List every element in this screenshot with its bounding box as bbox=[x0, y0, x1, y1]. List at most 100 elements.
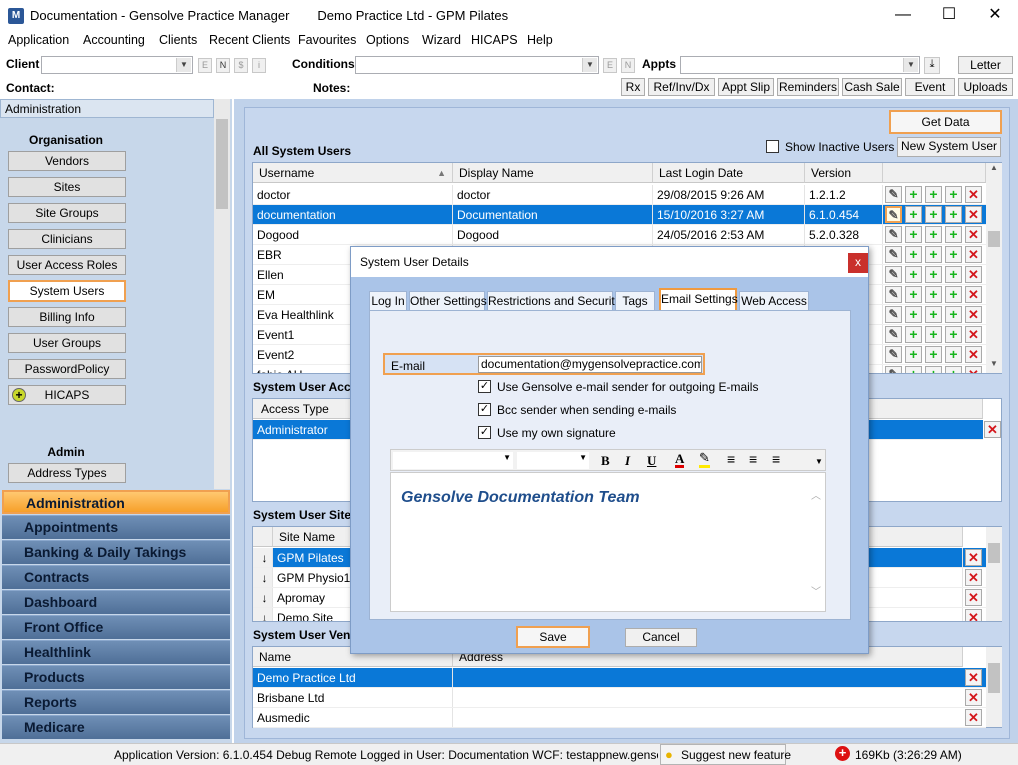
users-scrollbar[interactable]: ▲ ▼ bbox=[986, 163, 1002, 373]
cash-sale-button[interactable]: Cash Sale bbox=[842, 78, 902, 96]
edit-icon[interactable]: ✎ bbox=[885, 266, 902, 283]
table-row[interactable]: documentation Documentation 15/10/2016 3:2… bbox=[253, 205, 986, 225]
edit-icon[interactable]: ✎ bbox=[885, 226, 902, 243]
add-icon[interactable]: + bbox=[945, 206, 962, 223]
col-version[interactable]: Version bbox=[805, 163, 883, 183]
nav-user-access-roles[interactable]: User Access Roles bbox=[8, 255, 126, 275]
site-scrollbar[interactable] bbox=[986, 527, 1002, 621]
nav-billing-info[interactable]: Billing Info bbox=[8, 307, 126, 327]
add-icon[interactable]: + bbox=[905, 306, 922, 323]
add-icon[interactable]: + bbox=[905, 186, 922, 203]
edit-icon[interactable]: ✎ bbox=[885, 186, 902, 203]
add-icon[interactable]: + bbox=[905, 246, 922, 263]
add-icon[interactable]: + bbox=[945, 266, 962, 283]
nav-vendors[interactable]: Vendors bbox=[8, 151, 126, 171]
nav-site-groups[interactable]: Site Groups bbox=[8, 203, 126, 223]
save-button[interactable]: Save bbox=[516, 626, 590, 648]
add-icon[interactable]: + bbox=[905, 366, 922, 373]
delete-icon[interactable]: ✕ bbox=[984, 421, 1001, 438]
letter-button[interactable]: Letter bbox=[958, 56, 1013, 74]
nav-user-groups[interactable]: User Groups bbox=[8, 333, 126, 353]
conditions-n-button[interactable]: N bbox=[621, 58, 635, 73]
delete-icon[interactable]: ✕ bbox=[965, 246, 982, 263]
dialog-close-button[interactable]: x bbox=[848, 253, 868, 273]
delete-icon[interactable]: ✕ bbox=[965, 226, 982, 243]
edit-icon[interactable]: ✎ bbox=[885, 366, 902, 373]
add-icon[interactable]: + bbox=[905, 286, 922, 303]
add-icon[interactable]: + bbox=[925, 286, 942, 303]
delete-icon[interactable]: ✕ bbox=[965, 569, 982, 586]
left-scrollbar[interactable] bbox=[214, 99, 230, 489]
add-icon[interactable]: + bbox=[925, 186, 942, 203]
align-right-icon[interactable]: ≡ bbox=[772, 451, 780, 467]
move-down-icon[interactable]: ↓ bbox=[253, 548, 273, 567]
tab-email-settings[interactable]: Email Settings bbox=[659, 288, 738, 311]
module-banking[interactable]: Banking & Daily Takings bbox=[2, 540, 230, 564]
tab-other-settings[interactable]: Other Settings bbox=[409, 291, 487, 311]
menu-accounting[interactable]: Accounting bbox=[83, 33, 145, 47]
add-icon[interactable]: + bbox=[925, 366, 942, 373]
toolbar-overflow-icon[interactable]: ▼ bbox=[815, 457, 823, 466]
uploads-button[interactable]: Uploads bbox=[958, 78, 1013, 96]
new-system-user-button[interactable]: New System User bbox=[897, 137, 1001, 157]
bcc-sender-checkbox[interactable]: ✓ bbox=[478, 403, 491, 416]
cancel-button[interactable]: Cancel bbox=[625, 628, 697, 647]
reminders-button[interactable]: Reminders bbox=[777, 78, 839, 96]
col-last-login[interactable]: Last Login Date bbox=[653, 163, 805, 183]
module-healthlink[interactable]: Healthlink bbox=[2, 640, 230, 664]
add-icon[interactable]: + bbox=[945, 286, 962, 303]
menu-clients[interactable]: Clients bbox=[159, 33, 197, 47]
align-center-icon[interactable]: ≡ bbox=[749, 451, 757, 467]
minimize-button[interactable]: — bbox=[880, 0, 926, 31]
add-icon[interactable]: + bbox=[905, 226, 922, 243]
move-down-icon[interactable]: ↓ bbox=[253, 608, 273, 621]
module-appointments[interactable]: Appointments bbox=[2, 515, 230, 539]
delete-icon[interactable]: ✕ bbox=[965, 366, 982, 373]
menu-help[interactable]: Help bbox=[527, 33, 553, 47]
maximize-button[interactable]: ☐ bbox=[926, 0, 972, 31]
tab-web-access[interactable]: Web Access bbox=[739, 291, 809, 311]
conditions-combo[interactable]: ▼ bbox=[355, 56, 599, 74]
suggest-feature-button[interactable]: ● Suggest new feature bbox=[660, 744, 791, 765]
delete-icon[interactable]: ✕ bbox=[965, 709, 982, 726]
list-item[interactable]: Ausmedic ✕ bbox=[253, 708, 986, 728]
edit-icon[interactable]: ✎ bbox=[885, 206, 902, 223]
add-icon[interactable]: + bbox=[925, 226, 942, 243]
delete-icon[interactable]: ✕ bbox=[965, 669, 982, 686]
nav-password-policy[interactable]: PasswordPolicy bbox=[8, 359, 126, 379]
italic-icon[interactable]: I bbox=[625, 453, 630, 469]
font-family-select[interactable]: ▼ bbox=[393, 452, 513, 469]
scroll-down-icon[interactable]: ▼ bbox=[986, 359, 1002, 373]
menu-application[interactable]: Application bbox=[8, 33, 69, 47]
font-size-select[interactable]: ▼ bbox=[517, 452, 589, 469]
module-dashboard[interactable]: Dashboard bbox=[2, 590, 230, 614]
module-contracts[interactable]: Contracts bbox=[2, 565, 230, 589]
edit-icon[interactable]: ✎ bbox=[885, 286, 902, 303]
add-icon[interactable]: + bbox=[945, 326, 962, 343]
scroll-thumb[interactable] bbox=[988, 543, 1000, 563]
event-button[interactable]: Event bbox=[905, 78, 955, 96]
add-icon[interactable]: + bbox=[905, 266, 922, 283]
client-n-button[interactable]: N bbox=[216, 58, 230, 73]
delete-icon[interactable]: ✕ bbox=[965, 206, 982, 223]
client-combo[interactable]: ▼ bbox=[41, 56, 193, 74]
scroll-up-icon[interactable]: ▲ bbox=[986, 163, 1002, 177]
get-data-button[interactable]: Get Data bbox=[889, 110, 1002, 134]
delete-icon[interactable]: ✕ bbox=[965, 286, 982, 303]
menu-recent-clients[interactable]: Recent Clients bbox=[209, 33, 290, 47]
show-inactive-checkbox[interactable] bbox=[766, 140, 779, 153]
delete-icon[interactable]: ✕ bbox=[965, 609, 982, 621]
add-icon[interactable]: + bbox=[925, 346, 942, 363]
table-row[interactable]: Dogood Dogood 24/05/2016 2:53 AM 5.2.0.328 ✎… bbox=[253, 225, 986, 245]
delete-icon[interactable]: ✕ bbox=[965, 326, 982, 343]
nav-sites[interactable]: Sites bbox=[8, 177, 126, 197]
add-icon[interactable]: + bbox=[905, 326, 922, 343]
rx-button[interactable]: Rx bbox=[621, 78, 645, 96]
email-input[interactable]: documentation@mygensolvepractice.com bbox=[478, 356, 702, 373]
edit-icon[interactable]: ✎ bbox=[885, 246, 902, 263]
module-medicare[interactable]: Medicare bbox=[2, 715, 230, 739]
highlight-icon[interactable]: ✎ bbox=[699, 451, 710, 468]
own-signature-checkbox[interactable]: ✓ bbox=[478, 426, 491, 439]
add-icon[interactable]: + bbox=[925, 266, 942, 283]
appt-slip-button[interactable]: Appt Slip bbox=[718, 78, 774, 96]
